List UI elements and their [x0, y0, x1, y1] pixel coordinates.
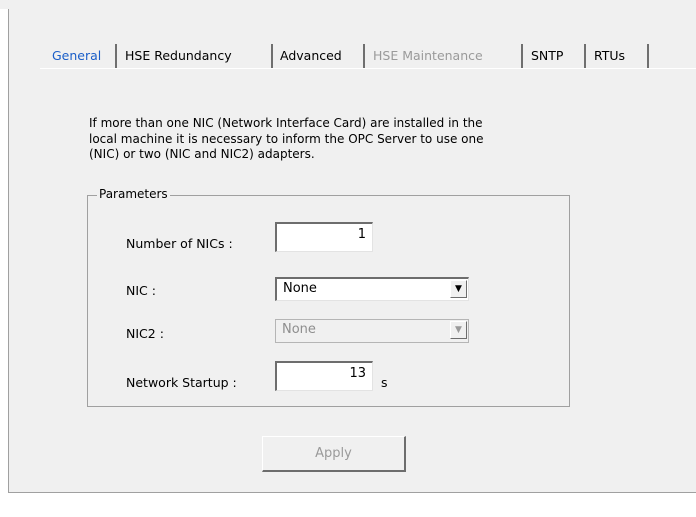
- network-startup-input[interactable]: 13: [275, 361, 373, 391]
- description-line: (NIC) or two (NIC and NIC2) adapters.: [89, 147, 315, 161]
- parameters-group-label: Parameters: [97, 187, 170, 202]
- tab-hse-redundancy[interactable]: HSE Redundancy: [121, 46, 236, 66]
- tab-panel-border: [40, 68, 696, 69]
- tab-general[interactable]: General: [48, 46, 105, 66]
- description-text: If more than one NIC (Network Interface …: [89, 116, 609, 163]
- tab-advanced[interactable]: Advanced: [276, 46, 346, 66]
- network-startup-unit: s: [381, 375, 388, 390]
- description-line: local machine it is necessary to inform …: [89, 131, 484, 146]
- window-top-strip: [0, 0, 696, 9]
- chevron-down-icon[interactable]: ▼: [450, 321, 467, 339]
- description-line: If more than one NIC (Network Interface …: [89, 116, 483, 130]
- nic-label: NIC :: [126, 283, 156, 298]
- tab-separator: [584, 44, 586, 68]
- nic2-dropdown[interactable]: None ▼: [275, 319, 469, 343]
- tab-separator: [271, 44, 273, 68]
- tab-separator: [647, 44, 649, 68]
- chevron-down-icon[interactable]: ▼: [450, 280, 467, 298]
- tab-separator: [115, 44, 117, 68]
- apply-button[interactable]: Apply: [262, 436, 406, 472]
- num-nics-input[interactable]: 1: [275, 222, 373, 252]
- network-startup-label: Network Startup :: [126, 375, 237, 390]
- tab-sntp[interactable]: SNTP: [527, 46, 567, 66]
- tab-rtus[interactable]: RTUs: [590, 46, 629, 66]
- nic2-label: NIC2 :: [126, 326, 164, 341]
- num-nics-label: Number of NICs :: [126, 236, 233, 251]
- nic2-dropdown-value: None: [282, 322, 316, 337]
- tab-separator: [363, 44, 365, 68]
- tab-separator: [521, 44, 523, 68]
- nic-dropdown[interactable]: None ▼: [275, 277, 469, 301]
- tab-hse-maintenance[interactable]: HSE Maintenance: [369, 46, 487, 66]
- nic-dropdown-value: None: [283, 281, 317, 296]
